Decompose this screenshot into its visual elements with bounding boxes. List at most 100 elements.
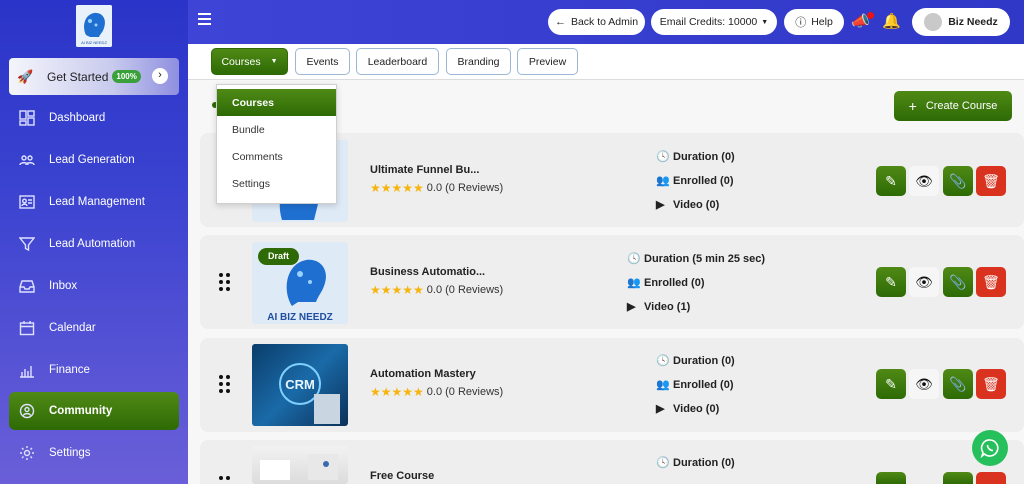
video-stat: ▶ Video (0) [656,198,720,212]
logo-text: AI BIZ NEEDZ [81,40,107,45]
attach-button[interactable]: 📎 [943,369,973,399]
edit-button[interactable]: ✎ [876,166,906,196]
rating-text: 0.0 (0 Reviews) [426,284,504,296]
tab-leaderboard[interactable]: Leaderboard [356,48,439,75]
course-title[interactable]: Free Course [370,470,434,482]
video-text: Video (0) [673,198,720,211]
star-rating-icon: ★★★★★ [370,385,424,399]
notification-dot [867,12,874,19]
tab-label: Branding [457,55,500,68]
course-thumbnail[interactable] [252,446,348,484]
back-to-admin-button[interactable]: ← Back to Admin [548,9,645,35]
delete-button[interactable]: 🗑 [976,267,1006,297]
delete-button[interactable] [976,472,1006,484]
sidebar-item-settings[interactable]: Settings [9,435,179,471]
course-rating: ★★★★★ 0.0 (0 Reviews) [370,283,503,297]
drag-handle-icon[interactable] [218,273,232,293]
course-title[interactable]: Automation Mastery [370,368,476,380]
help-button[interactable]: ⓘ Help [784,9,844,35]
duration-stat: 🕓 Duration (5 min 25 sec) [627,252,765,266]
eye-icon: 👁 [915,375,933,392]
tab-label: Leaderboard [367,55,428,68]
id-card-icon [19,195,35,209]
course-title[interactable]: Ultimate Funnel Bu... [370,164,479,176]
sidebar-item-label: Inbox [49,280,78,292]
courses-dropdown-menu: Courses Bundle Comments Settings [216,84,337,204]
course-thumbnail[interactable]: CRM [252,344,348,426]
edit-button[interactable] [876,472,906,484]
chevron-right-icon[interactable]: › [152,68,168,84]
sidebar-item-lead-generation[interactable]: Lead Generation [9,142,179,178]
create-course-label: Create Course [925,100,998,112]
sidebar-item-inbox[interactable]: Inbox [9,268,179,304]
drag-handle-icon[interactable] [218,375,232,395]
whatsapp-chat-button[interactable] [972,430,1008,466]
whatsapp-icon [980,439,999,458]
sidebar-item-label: Dashboard [49,112,106,124]
tab-preview[interactable]: Preview [517,48,578,75]
paperclip-icon: 📎 [949,375,967,392]
sidebar-item-lead-automation[interactable]: Lead Automation [9,226,179,262]
enrolled-stat: 👥 Enrolled (0) [656,378,734,392]
view-button[interactable]: 👁 [909,369,939,399]
sidebar-item-label: Lead Generation [49,154,135,166]
menu-icon[interactable] [198,13,211,25]
brand-logo[interactable]: AI BIZ NEEDZ [76,5,112,47]
email-credits-dropdown[interactable]: Email Credits: 10000 ▼ [651,9,777,35]
thumbnail-text: CRM [285,377,315,392]
dashboard-icon [19,110,35,126]
sidebar-item-label: Community [49,405,113,417]
menu-item-bundle[interactable]: Bundle [217,116,336,143]
calendar-icon [19,321,35,336]
sidebar-item-finance[interactable]: Finance [9,352,179,388]
edit-button[interactable]: ✎ [876,267,906,297]
bell-icon[interactable]: 🔔 [882,12,901,30]
back-to-admin-label: Back to Admin [570,16,639,28]
sidebar-item-label: Lead Automation [49,238,136,250]
drag-handle-icon[interactable] [218,476,232,484]
caret-down-icon: ▼ [761,18,769,26]
rocket-icon: 🚀 [17,68,34,84]
menu-item-settings[interactable]: Settings [217,170,336,197]
duration-text: Duration (0) [673,150,735,163]
video-icon: ▶ [627,301,636,313]
delete-button[interactable]: 🗑 [976,369,1006,399]
create-course-button[interactable]: + Create Course [894,91,1012,121]
attach-button[interactable]: 📎 [943,166,973,196]
user-menu[interactable]: Biz Needz [912,8,1010,36]
sidebar-item-dashboard[interactable]: Dashboard [9,100,179,136]
plus-icon: + [908,98,917,114]
video-icon: ▶ [656,403,665,415]
arrow-left-icon: ← [554,16,566,28]
star-rating-icon: ★★★★★ [370,181,424,195]
tab-branding[interactable]: Branding [446,48,511,75]
sidebar-item-community[interactable]: Community [9,392,179,430]
sidebar-item-calendar[interactable]: Calendar [9,310,179,346]
sidebar-item-lead-management[interactable]: Lead Management [9,184,179,220]
video-icon: ▶ [656,199,665,211]
menu-item-courses[interactable]: Courses [217,89,336,116]
enrolled-stat: 👥 Enrolled (0) [656,174,734,188]
edit-button[interactable]: ✎ [876,369,906,399]
enrolled-text: Enrolled (0) [673,378,734,391]
bar-chart-icon [20,366,34,378]
edit-icon: ✎ [885,273,897,290]
delete-button[interactable]: 🗑 [976,166,1006,196]
menu-item-comments[interactable]: Comments [217,143,336,170]
sidebar: AI BIZ NEEDZ 🚀 Get Started 100% › Dashbo… [0,0,188,484]
view-button[interactable]: 👁 [909,166,939,196]
duration-stat: 🕓 Duration (0) [656,354,735,368]
attach-button[interactable] [943,472,973,484]
tab-events[interactable]: Events [295,48,350,75]
tab-courses[interactable]: Courses ▼ [211,48,288,75]
eye-icon: 👁 [915,172,933,189]
course-title[interactable]: Business Automatio... [370,266,485,278]
avatar [924,13,943,31]
get-started-button[interactable]: 🚀 Get Started 100% › [9,58,179,95]
enrolled-text: Enrolled (0) [644,276,705,289]
attach-button[interactable]: 📎 [943,267,973,297]
clock-icon: 🕓 [656,457,670,469]
view-button[interactable]: 👁 [909,267,939,297]
users-icon [19,155,35,166]
enrolled-stat: 👥 Enrolled (0) [627,276,705,290]
